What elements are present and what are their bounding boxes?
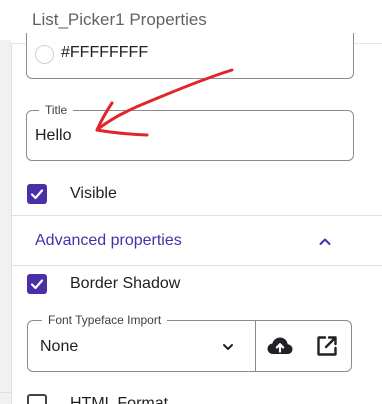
- advanced-properties-toggle[interactable]: Advanced properties: [35, 232, 182, 250]
- chevron-up-icon[interactable]: [316, 233, 334, 251]
- panel-title-text: List_Picker1 Properties: [32, 10, 207, 29]
- title-input-value[interactable]: Hello: [35, 127, 71, 145]
- title-field-label: Title: [39, 103, 74, 117]
- font-typeface-select-value[interactable]: None: [40, 338, 78, 356]
- font-field-divider: [255, 321, 256, 371]
- section-divider: [11, 265, 382, 266]
- background-color-field[interactable]: #FFFFFFFF: [26, 33, 354, 79]
- open-in-new-icon[interactable]: [316, 335, 338, 357]
- chevron-down-icon[interactable]: [220, 339, 236, 355]
- font-typeface-label: Font Typeface Import: [42, 313, 168, 327]
- html-format-label: HTML Format: [70, 395, 169, 404]
- section-divider: [11, 215, 382, 216]
- visible-checkbox[interactable]: [27, 184, 47, 204]
- border-shadow-label: Border Shadow: [70, 275, 181, 292]
- background-color-value: #FFFFFFFF: [61, 44, 149, 61]
- border-shadow-checkbox[interactable]: [27, 274, 47, 294]
- color-swatch[interactable]: [35, 45, 54, 64]
- checkmark-icon: [30, 189, 44, 200]
- gutter-rule: [0, 392, 11, 393]
- left-gutter: [0, 0, 11, 404]
- gutter-divider: [11, 44, 12, 404]
- font-typeface-import-field: Font Typeface Import None: [27, 313, 352, 372]
- html-format-checkbox[interactable]: [27, 394, 47, 404]
- title-field[interactable]: Title Hello: [26, 103, 354, 161]
- checkmark-icon: [30, 279, 44, 290]
- visible-label: Visible: [70, 185, 117, 202]
- cloud-upload-icon[interactable]: [266, 334, 294, 358]
